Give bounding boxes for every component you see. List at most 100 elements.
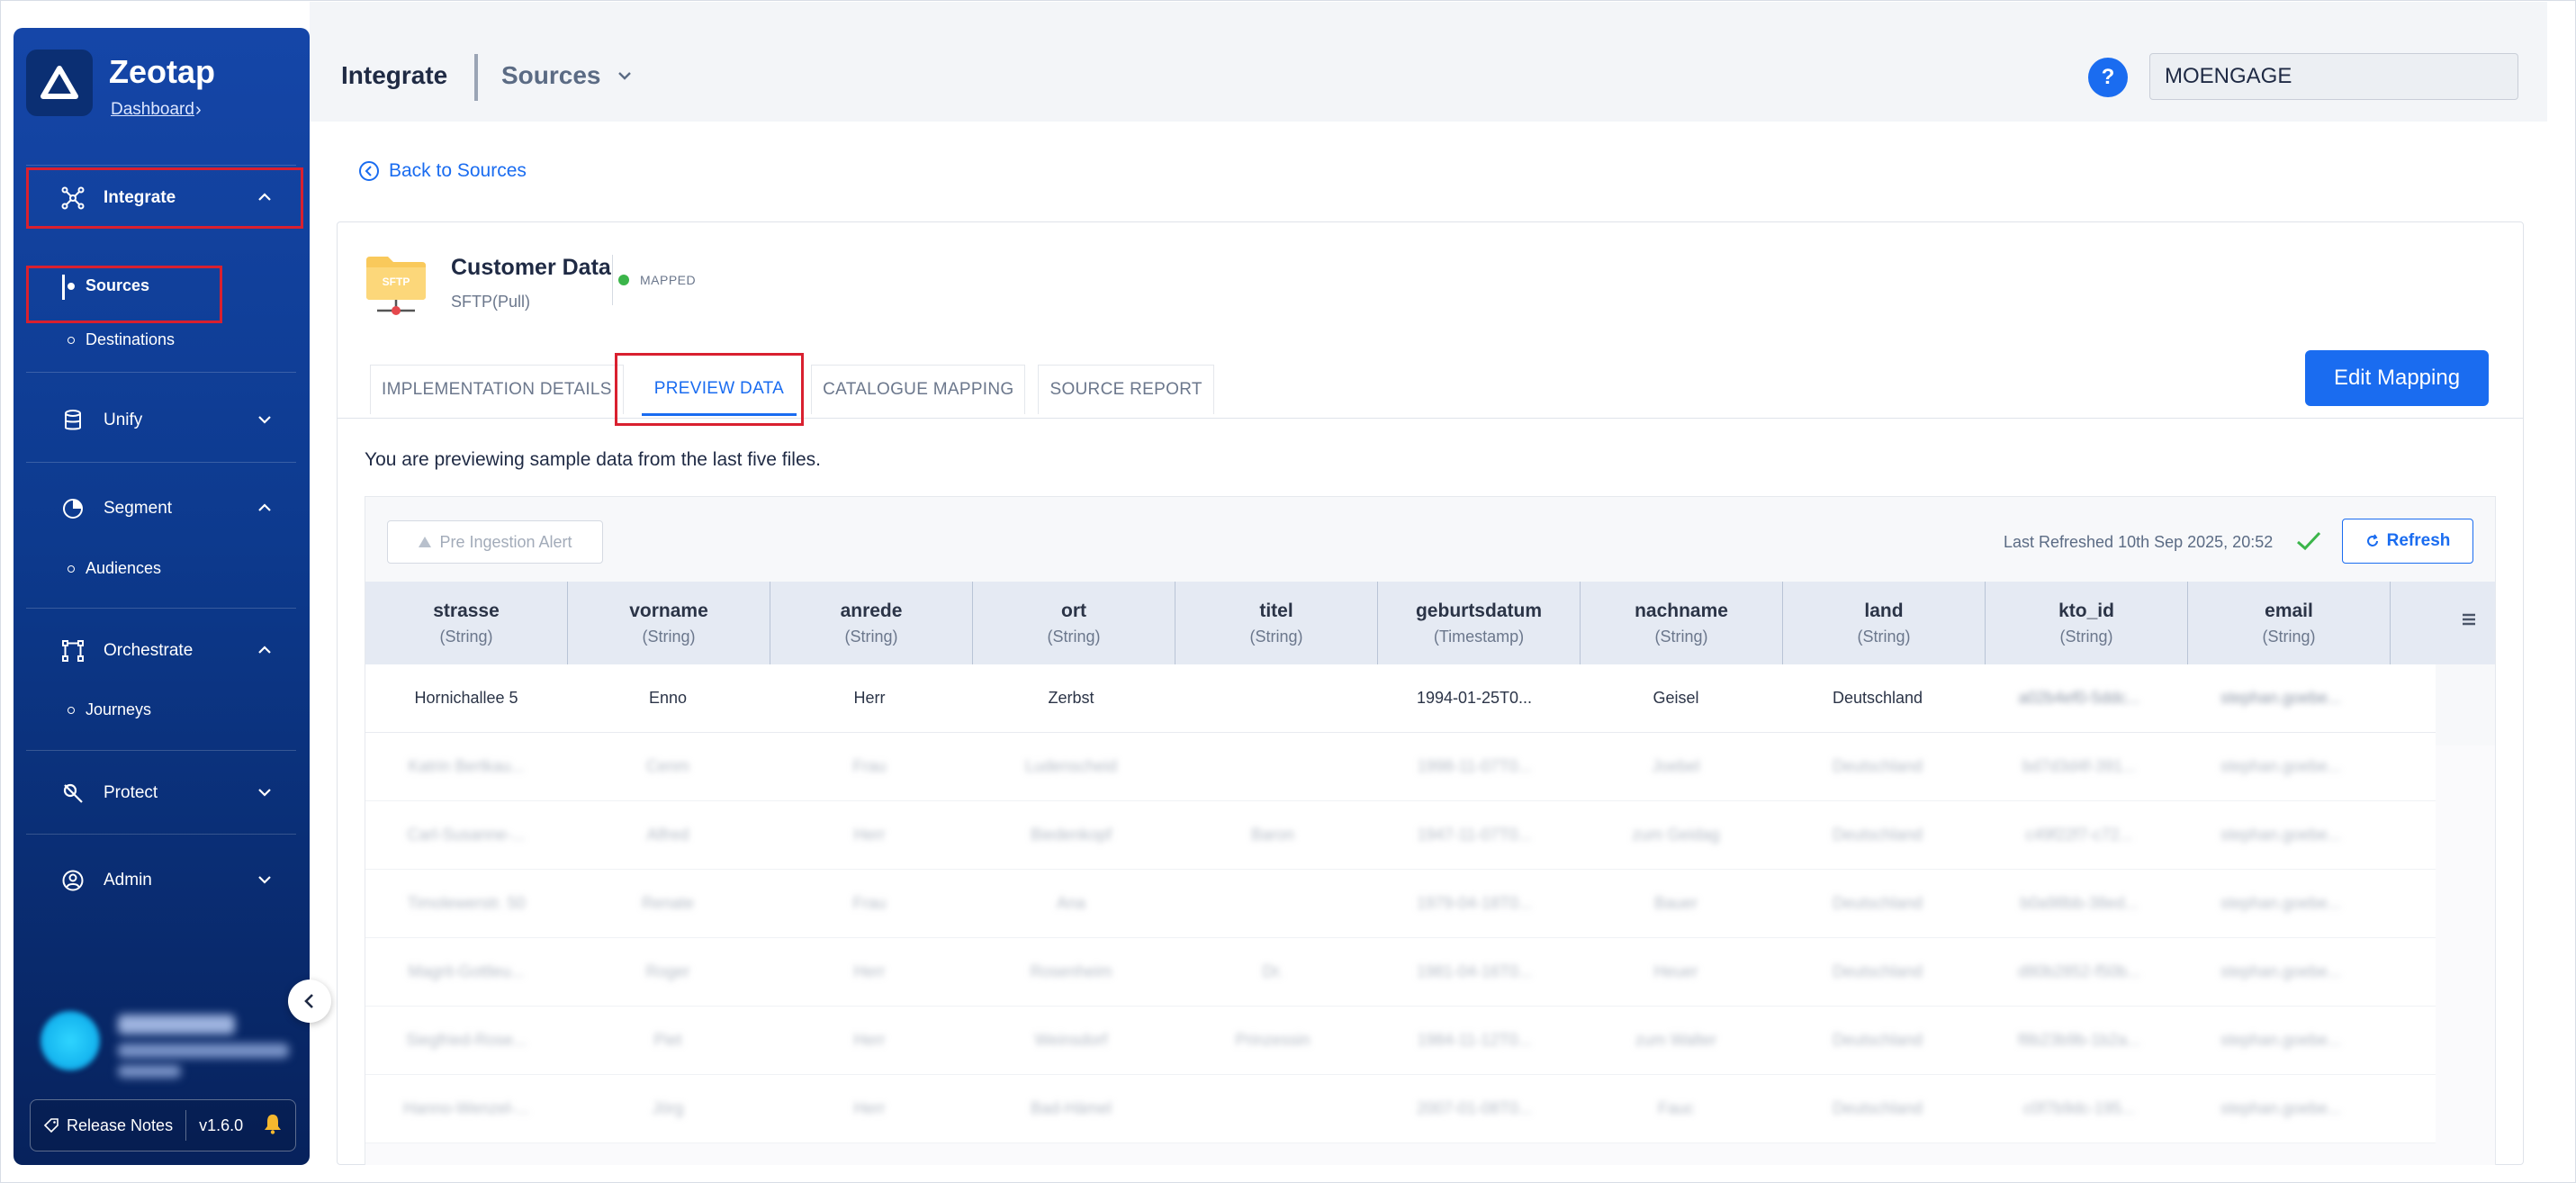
- sidebar-divider: [26, 372, 296, 373]
- bell-icon[interactable]: [263, 1113, 283, 1139]
- release-notes-label: Release Notes: [67, 1115, 174, 1134]
- divider: [185, 1110, 187, 1141]
- table-cell: Herr: [853, 826, 886, 844]
- table-cell: Herr: [853, 1099, 886, 1117]
- status-dot-icon: [618, 275, 629, 285]
- table-cell: stephan.goebe...: [2220, 826, 2342, 844]
- warning-icon: [419, 537, 432, 547]
- sidebar-divider: [26, 608, 296, 609]
- tab-source-report[interactable]: SOURCE REPORT: [1038, 365, 1214, 414]
- table-cell: 1998-11-07T0...: [1417, 757, 1532, 775]
- sidebar-item-label: Admin: [104, 871, 152, 890]
- highlight-box-preview-tab: [615, 353, 804, 426]
- status-label: MAPPED: [640, 273, 697, 287]
- tab-catalogue-mapping[interactable]: CATALOGUE MAPPING: [811, 365, 1026, 414]
- column-type: (String): [439, 627, 493, 646]
- chevron-left-icon: [304, 994, 313, 1008]
- pie-chart-icon: [51, 497, 95, 520]
- database-icon: [51, 409, 95, 432]
- column-header-anrede[interactable]: anrede (String): [770, 582, 973, 664]
- table-row: Hornichallee 5 Enno Herr Zerbst 1994-01-25T0…: [365, 664, 2436, 733]
- protect-icon: [51, 781, 95, 805]
- column-type: (String): [642, 627, 696, 646]
- chevron-down-icon[interactable]: [616, 67, 634, 85]
- column-name: anrede: [840, 600, 903, 621]
- back-to-sources-link[interactable]: Back to Sources: [358, 160, 527, 182]
- column-name: ort: [1061, 600, 1086, 621]
- table-cell: Ludenscheid: [1024, 757, 1118, 775]
- brand-name: Zeotap: [109, 53, 216, 90]
- sidebar-divider: [26, 750, 296, 751]
- table-cell: Frau: [852, 757, 887, 775]
- sidebar-divider: [26, 834, 296, 835]
- bullet-icon: [68, 706, 75, 714]
- column-header-geburtsdatum[interactable]: geburtsdatum (Timestamp): [1378, 582, 1581, 664]
- sidebar-item-unify[interactable]: Unify: [26, 392, 298, 449]
- collapse-sidebar-button[interactable]: [288, 980, 331, 1023]
- column-header-email[interactable]: email (String): [2188, 582, 2391, 664]
- sidebar-item-journeys[interactable]: Journeys: [68, 700, 151, 719]
- pre-ingestion-alert-button[interactable]: Pre Ingestion Alert: [387, 520, 603, 564]
- sidebar-item-audiences[interactable]: Audiences: [68, 559, 161, 578]
- sidebar-item-protect[interactable]: Protect: [26, 764, 298, 822]
- table-cell: Deutschland: [1832, 757, 1923, 775]
- orchestrate-icon: [51, 639, 95, 663]
- column-header-kto_id[interactable]: kto_id (String): [1986, 582, 2188, 664]
- refresh-button[interactable]: Refresh: [2342, 519, 2473, 564]
- column-menu-icon[interactable]: [2461, 612, 2477, 631]
- table-cell: bd7d3d4f-391...: [2022, 757, 2137, 775]
- column-header-strasse[interactable]: strasse (String): [365, 582, 568, 664]
- sidebar-item-admin[interactable]: Admin: [26, 852, 298, 909]
- page-title: Integrate: [341, 61, 448, 89]
- column-name: titel: [1259, 600, 1293, 621]
- release-notes-link[interactable]: Release Notes: [43, 1116, 173, 1135]
- preview-table-panel: Pre Ingestion Alert Last Refreshed 10th …: [365, 496, 2496, 1169]
- organization-selector[interactable]: [2149, 53, 2518, 100]
- table-header: strasse (String) vorname (String) anrede (Str…: [365, 582, 2495, 664]
- chevron-up-icon: [258, 646, 271, 654]
- table-cell: Enno: [648, 689, 688, 707]
- sidebar-item-segment[interactable]: Segment: [26, 480, 298, 537]
- dashboard-link[interactable]: Dashboard: [111, 100, 194, 120]
- table-cell: Hornichallee 5: [414, 689, 518, 707]
- table-cell: Bad-Hämel: [1030, 1099, 1112, 1117]
- column-header-ort[interactable]: ort (String): [973, 582, 1175, 664]
- column-header-vorname[interactable]: vorname (String): [568, 582, 770, 664]
- top-header: Integrate Sources ?: [310, 2, 2547, 122]
- sidebar: Zeotap Dashboard › Integrate Sources Des…: [14, 28, 310, 1165]
- table-cell: stephan.goebe...: [2220, 1099, 2342, 1117]
- user-profile[interactable]: [30, 1000, 300, 1081]
- table-cell: Deutschland: [1832, 1031, 1923, 1049]
- refresh-icon: [2366, 534, 2378, 546]
- column-type: (String): [844, 627, 898, 646]
- table-cell: Deutschland: [1832, 962, 1923, 980]
- edit-mapping-button[interactable]: Edit Mapping: [2305, 350, 2489, 406]
- user-circle-icon: [51, 869, 95, 892]
- table-cell: Prinzessin: [1235, 1031, 1311, 1049]
- table-cell: 1979-04-18T0...: [1416, 894, 1533, 912]
- help-icon[interactable]: ?: [2088, 58, 2128, 97]
- avatar: [41, 1011, 100, 1070]
- column-name: email: [2265, 600, 2313, 621]
- tag-icon: [43, 1118, 59, 1133]
- table-cell: Rosenheim: [1030, 962, 1112, 980]
- table-cell: Katrin Bertkau...: [408, 757, 525, 775]
- sidebar-item-label: Orchestrate: [104, 641, 194, 660]
- sidebar-item-destinations[interactable]: Destinations: [68, 330, 175, 349]
- page-subtitle-dropdown[interactable]: Sources: [501, 61, 601, 90]
- chevron-up-icon: [258, 503, 271, 511]
- chevron-down-icon: [258, 416, 271, 424]
- table-cell: [1172, 664, 1374, 732]
- column-header-nachname[interactable]: nachname (String): [1581, 582, 1783, 664]
- column-header-land[interactable]: land (String): [1783, 582, 1986, 664]
- zeotap-logo[interactable]: [26, 50, 93, 116]
- tab-implementation-details[interactable]: IMPLEMENTATION DETAILS: [370, 365, 624, 414]
- table-cell: Geisel: [1653, 689, 1699, 707]
- column-name: kto_id: [2058, 600, 2114, 621]
- column-header-titel[interactable]: titel (String): [1175, 582, 1378, 664]
- table-row: Katrin Bertkau... Cenm Frau Ludenscheid 1998…: [365, 733, 2436, 801]
- sidebar-divider: [26, 165, 296, 166]
- column-type: (Timestamp): [1433, 627, 1525, 646]
- sidebar-item-orchestrate[interactable]: Orchestrate: [26, 622, 298, 680]
- highlight-box-sources: [26, 266, 222, 323]
